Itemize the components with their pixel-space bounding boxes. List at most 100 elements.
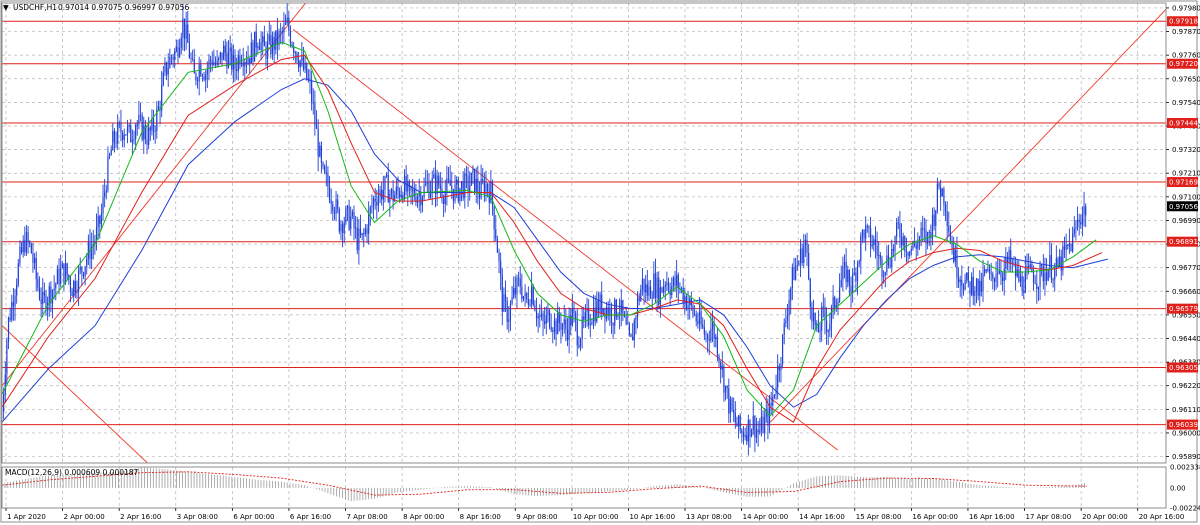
candle-body bbox=[519, 278, 521, 287]
candle-body bbox=[374, 198, 376, 202]
candle-body bbox=[177, 46, 179, 57]
candle-body bbox=[856, 264, 859, 282]
candle-body bbox=[355, 227, 357, 229]
candle-body bbox=[182, 18, 184, 38]
candle-body bbox=[263, 36, 265, 47]
candle-body bbox=[425, 183, 427, 186]
chart-menu-icon[interactable]: ▼ bbox=[3, 3, 9, 12]
candle-body bbox=[99, 215, 101, 225]
candle-body bbox=[141, 115, 143, 140]
candle-body bbox=[928, 231, 930, 233]
candle-body bbox=[183, 18, 186, 39]
candle-body bbox=[195, 73, 197, 81]
candle-body bbox=[258, 46, 261, 50]
price-tick-label: 0.97980 bbox=[1172, 4, 1200, 12]
candle-body bbox=[948, 225, 950, 232]
candle-body bbox=[413, 189, 415, 198]
candle-body bbox=[423, 185, 425, 198]
time-tick-label: 2 Apr 16:00 bbox=[120, 513, 161, 521]
candle-body bbox=[636, 297, 639, 318]
macd-tick-label: -0.002247 bbox=[1170, 505, 1200, 513]
candle-body bbox=[345, 208, 347, 223]
candle-body bbox=[330, 200, 332, 204]
candle-body bbox=[954, 249, 956, 262]
candle-body bbox=[315, 124, 318, 129]
candle-body bbox=[1078, 219, 1080, 222]
level-price-tag: 0.96039 bbox=[1169, 421, 1198, 429]
candle-body bbox=[231, 47, 233, 70]
candle-body bbox=[708, 339, 710, 341]
candle-body bbox=[63, 263, 65, 283]
candle-body bbox=[403, 175, 406, 200]
candle-body bbox=[757, 429, 759, 433]
candle-body bbox=[311, 80, 313, 102]
candle-body bbox=[131, 140, 133, 143]
candle-body bbox=[81, 267, 83, 273]
candle-body bbox=[42, 292, 44, 305]
candle-body bbox=[957, 277, 960, 283]
candle-body bbox=[592, 307, 595, 323]
candle-body bbox=[845, 262, 847, 283]
candle-body bbox=[987, 268, 989, 271]
candle-body bbox=[594, 307, 596, 322]
candle-body bbox=[22, 240, 24, 253]
candle-body bbox=[513, 288, 515, 298]
candle-body bbox=[1000, 270, 1002, 277]
candle-body bbox=[542, 313, 544, 322]
candle-body bbox=[814, 312, 816, 326]
candle-body bbox=[749, 419, 751, 437]
candle-body bbox=[553, 320, 556, 332]
candle-body bbox=[9, 317, 11, 320]
candle-body bbox=[333, 211, 336, 214]
candle-body bbox=[762, 416, 764, 433]
candle-body bbox=[275, 30, 277, 50]
candle-body bbox=[327, 174, 329, 187]
candle-body bbox=[416, 196, 419, 203]
candle-body bbox=[902, 236, 904, 246]
price-tick-label: 0.97760 bbox=[1172, 52, 1200, 60]
candle-body bbox=[961, 279, 963, 287]
candle-body bbox=[878, 255, 880, 256]
candle-body bbox=[265, 46, 267, 59]
candle-body bbox=[105, 190, 107, 193]
candle-body bbox=[997, 273, 999, 275]
candle-body bbox=[33, 258, 36, 264]
candle-body bbox=[192, 58, 194, 60]
candle-body bbox=[443, 198, 445, 204]
candle-body bbox=[645, 284, 647, 293]
candle-body bbox=[341, 224, 344, 234]
candle-body bbox=[516, 277, 518, 295]
candle-body bbox=[829, 323, 831, 331]
candle-body bbox=[366, 228, 368, 234]
candle-body bbox=[446, 178, 448, 193]
candle-body bbox=[167, 67, 169, 75]
candle-body bbox=[736, 422, 738, 427]
candle-body bbox=[755, 429, 758, 438]
candle-body bbox=[982, 273, 984, 292]
candle-body bbox=[889, 265, 891, 267]
candle-body bbox=[340, 224, 342, 232]
candle-body bbox=[809, 278, 811, 307]
candle-body bbox=[788, 300, 790, 316]
candle-body bbox=[110, 150, 112, 156]
candle-body bbox=[703, 327, 705, 335]
usdchf-chart[interactable]: 0.97980 0.97870 0.97760 0.97650 0.97540 0.974… bbox=[0, 0, 1200, 525]
candle-body bbox=[480, 178, 482, 199]
candle-body bbox=[819, 330, 821, 333]
candle-body bbox=[77, 270, 80, 293]
candle-body bbox=[612, 323, 614, 326]
candle-body bbox=[164, 62, 166, 73]
candle-body bbox=[790, 287, 792, 301]
candle-body bbox=[35, 258, 37, 279]
candle-body bbox=[61, 263, 63, 268]
candle-body bbox=[267, 41, 269, 59]
candle-body bbox=[71, 290, 73, 297]
candle-body bbox=[900, 237, 903, 246]
candle-body bbox=[632, 336, 634, 341]
candle-body bbox=[467, 175, 469, 192]
candle-body bbox=[1063, 246, 1066, 250]
candle-body bbox=[752, 415, 754, 430]
candle-body bbox=[786, 315, 789, 321]
candle-body bbox=[1072, 233, 1074, 252]
candle-body bbox=[648, 286, 650, 296]
